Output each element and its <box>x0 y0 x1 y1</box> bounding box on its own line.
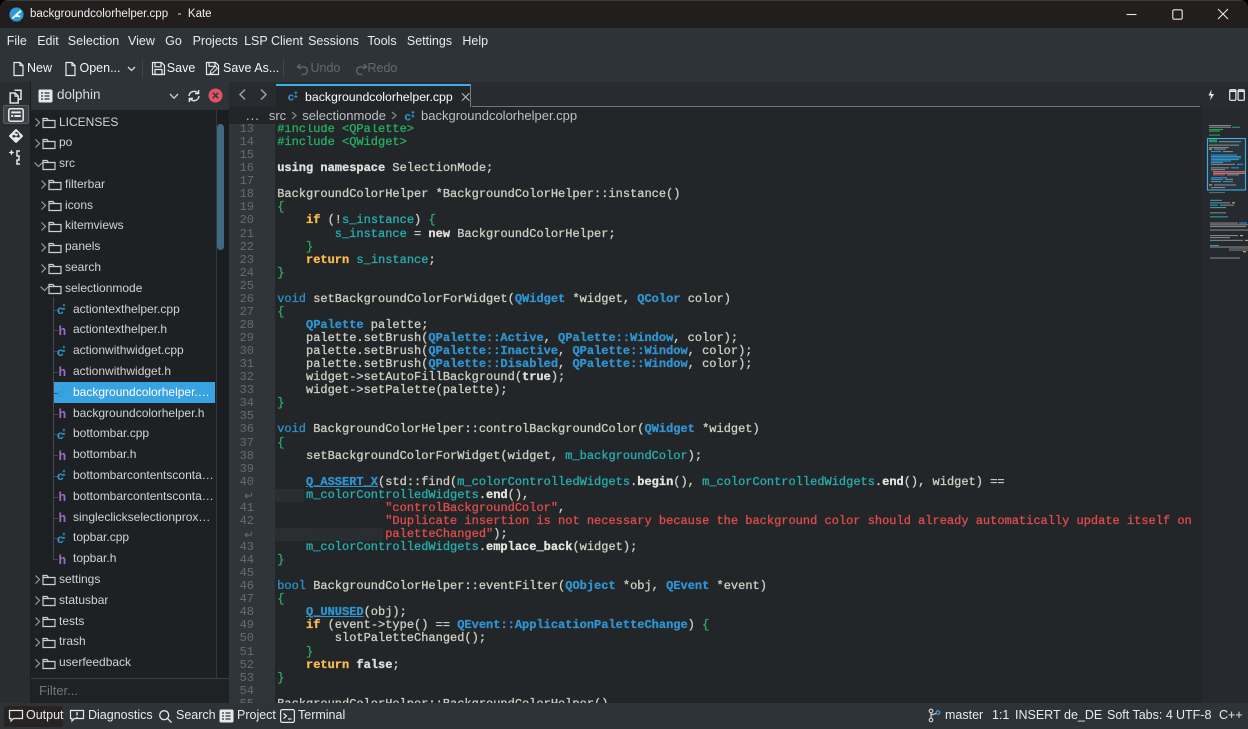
svg-text:h: h <box>59 511 67 524</box>
svg-text:h: h <box>59 365 67 378</box>
svg-text:h: h <box>59 553 67 566</box>
svg-text:h: h <box>59 490 67 503</box>
svg-text:h: h <box>59 449 67 462</box>
svg-text:h: h <box>59 324 67 337</box>
svg-text:h: h <box>59 407 67 420</box>
svg-text:c: c <box>288 92 294 103</box>
svg-text:c: c <box>405 111 412 122</box>
